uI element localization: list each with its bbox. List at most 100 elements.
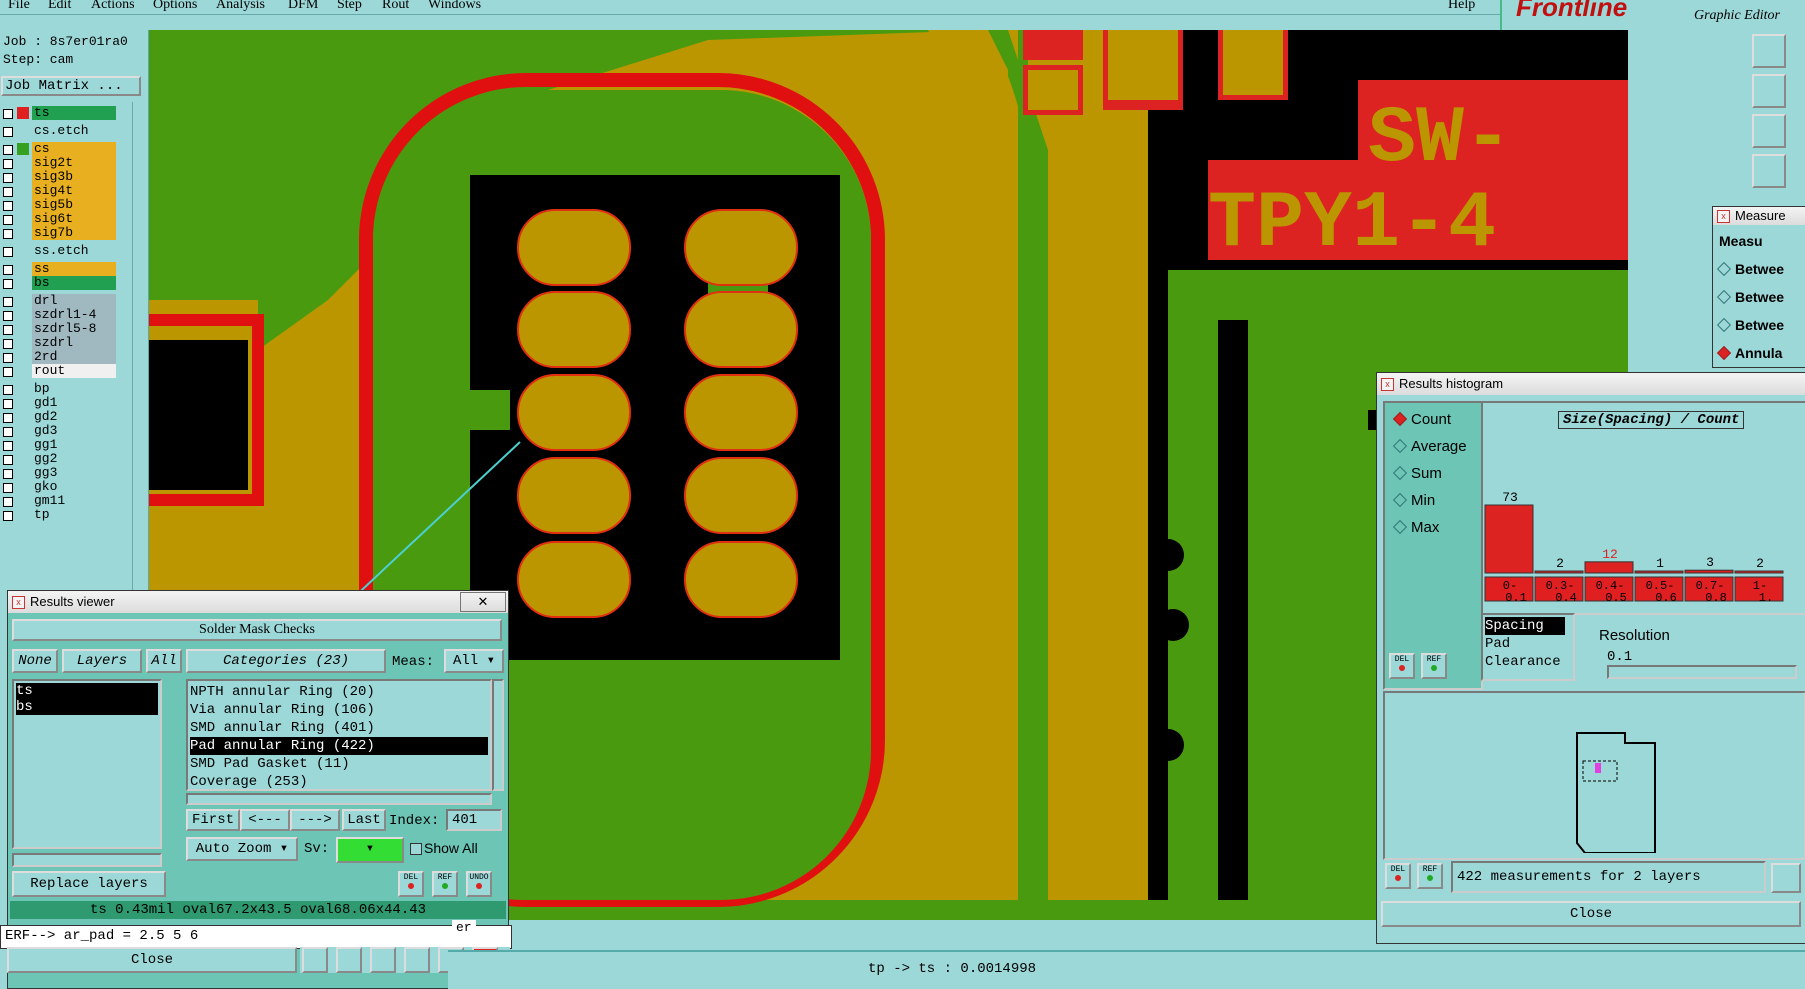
layer-row-szdrl[interactable]: szdrl — [0, 336, 135, 351]
layer-name[interactable]: gd1 — [32, 396, 116, 410]
resolution-slider[interactable] — [1607, 665, 1797, 679]
layer-row-cs.etch[interactable]: cs.etch — [0, 124, 135, 139]
menu-rout[interactable]: Rout — [382, 0, 409, 13]
category-item-via[interactable]: Via annular Ring (106) — [190, 701, 488, 719]
histogram-bar[interactable] — [1484, 504, 1534, 574]
layer-name[interactable]: ss — [32, 262, 116, 276]
histogram-chart[interactable]: 730-0.120.3-0.4120.4-0.510.5-0.630.7-0.8… — [1483, 443, 1805, 613]
radio-average[interactable]: Average — [1392, 438, 1467, 455]
layer-checkbox[interactable] — [3, 325, 13, 335]
histogram-close-button[interactable]: Close — [1381, 901, 1801, 927]
layer-name[interactable]: sig7b — [32, 226, 116, 240]
hist-ref-button[interactable]: REF — [1421, 653, 1447, 679]
layer-checkbox[interactable] — [3, 511, 13, 521]
layer-scrollbar[interactable] — [132, 102, 145, 622]
layer-checkbox[interactable] — [3, 109, 13, 119]
layer-name[interactable]: ts — [32, 106, 116, 120]
layer-row-gd1[interactable]: gd1 — [0, 396, 135, 411]
preview-del-button[interactable]: DEL — [1385, 863, 1411, 889]
layer-name[interactable]: gd3 — [32, 424, 116, 438]
layer-row-bp[interactable]: bp — [0, 382, 135, 397]
menu-windows[interactable]: Windows — [428, 0, 481, 13]
layer-row-sig7b[interactable]: sig7b — [0, 226, 135, 241]
layer-name[interactable]: bp — [32, 382, 116, 396]
histogram-bar[interactable] — [1584, 561, 1634, 574]
menu-file[interactable]: File — [8, 0, 30, 13]
layer-checkbox[interactable] — [3, 441, 13, 451]
menu-actions[interactable]: Actions — [91, 0, 135, 13]
layer-result-list[interactable]: ts bs — [12, 679, 162, 849]
layer-checkbox[interactable] — [3, 497, 13, 507]
layer-checkbox[interactable] — [3, 173, 13, 183]
layer-row-2rd[interactable]: 2rd — [0, 350, 135, 365]
layer-checkbox[interactable] — [3, 215, 13, 225]
layer-row-ss.etch[interactable]: ss.etch — [0, 244, 135, 259]
category-list[interactable]: NPTH annular Ring (20) Via annular Ring … — [186, 679, 492, 791]
layer-checkbox[interactable] — [3, 127, 13, 137]
layer-row-gg2[interactable]: gg2 — [0, 452, 135, 467]
close-icon[interactable]: ✕ — [460, 592, 506, 612]
undo-button[interactable]: UNDO — [466, 871, 492, 897]
del-button[interactable]: DEL — [398, 871, 424, 897]
category-item-coverage[interactable]: Coverage (253) — [190, 773, 488, 789]
layer-name[interactable]: tp — [32, 508, 116, 522]
layer-checkbox[interactable] — [3, 385, 13, 395]
measure-option-1[interactable]: Betwee — [1716, 255, 1784, 283]
prev-button[interactable]: <--- — [240, 809, 290, 831]
histogram-bar[interactable] — [1684, 569, 1734, 574]
layer-name[interactable]: gko — [32, 480, 116, 494]
categories-button[interactable]: Categories (23) — [186, 649, 386, 673]
results-close-button[interactable]: Close — [7, 947, 297, 973]
layer-checkbox[interactable] — [3, 427, 13, 437]
layer-checkbox[interactable] — [3, 311, 13, 321]
layer-name[interactable]: sig2t — [32, 156, 116, 170]
menu-step[interactable]: Step — [337, 0, 362, 13]
none-button[interactable]: None — [12, 649, 58, 673]
record-icon[interactable] — [336, 947, 362, 973]
layer-result-bs[interactable]: bs — [16, 699, 158, 715]
measure-option-4[interactable]: Annula — [1716, 339, 1784, 367]
layer-row-ts[interactable]: ts — [0, 106, 135, 121]
radio-min[interactable]: Min — [1392, 492, 1435, 509]
type-clearance[interactable]: Clearance — [1485, 653, 1571, 671]
category-vscroll[interactable] — [492, 679, 504, 791]
layer-row-gd3[interactable]: gd3 — [0, 424, 135, 439]
histogram-type-list[interactable]: Spacing Pad Clearance — [1481, 613, 1575, 681]
hist-del-button[interactable]: DEL — [1389, 653, 1415, 679]
toolbar-zoom-icon[interactable] — [1752, 74, 1786, 108]
menu-help[interactable]: Help — [1448, 0, 1475, 13]
layer-name[interactable]: sig4t — [32, 184, 116, 198]
layer-checkbox[interactable] — [3, 145, 13, 155]
layer-name[interactable]: gg2 — [32, 452, 116, 466]
layer-name[interactable]: szdrl5-8 — [32, 322, 116, 336]
layer-name[interactable]: szdrl — [32, 336, 116, 350]
layer-checkbox[interactable] — [3, 247, 13, 257]
toolbar-settings-icon[interactable] — [1752, 154, 1786, 188]
layer-checkbox[interactable] — [3, 159, 13, 169]
radio-max[interactable]: Max — [1392, 519, 1439, 536]
layer-list-hscroll[interactable] — [12, 853, 162, 867]
next-button[interactable]: ---> — [290, 809, 340, 831]
layer-row-ss[interactable]: ss — [0, 262, 135, 277]
menu-edit[interactable]: Edit — [48, 0, 71, 13]
meas-dropdown[interactable]: All ▾ — [444, 649, 504, 673]
category-item-pad[interactable]: Pad annular Ring (422) — [190, 737, 488, 755]
layers-button[interactable]: Layers — [62, 649, 142, 673]
first-button[interactable]: First — [186, 809, 240, 831]
layer-name[interactable]: drl — [32, 294, 116, 308]
layer-checkbox[interactable] — [3, 339, 13, 349]
layer-name[interactable]: gg1 — [32, 438, 116, 452]
toolbar-home-icon[interactable] — [1752, 34, 1786, 68]
layer-checkbox[interactable] — [3, 297, 13, 307]
replace-layers-button[interactable]: Replace layers — [12, 871, 166, 897]
category-item-npth[interactable]: NPTH annular Ring (20) — [190, 683, 488, 701]
type-pad[interactable]: Pad — [1485, 635, 1571, 653]
layer-name[interactable]: gm11 — [32, 494, 116, 508]
chart-icon[interactable] — [1771, 863, 1801, 893]
layer-row-gg3[interactable]: gg3 — [0, 466, 135, 481]
layer-name[interactable]: sig6t — [32, 212, 116, 226]
layer-result-ts[interactable]: ts — [16, 683, 158, 699]
layer-row-tp[interactable]: tp — [0, 508, 135, 523]
layer-name[interactable]: cs.etch — [32, 124, 116, 138]
layer-checkbox[interactable] — [3, 265, 13, 275]
